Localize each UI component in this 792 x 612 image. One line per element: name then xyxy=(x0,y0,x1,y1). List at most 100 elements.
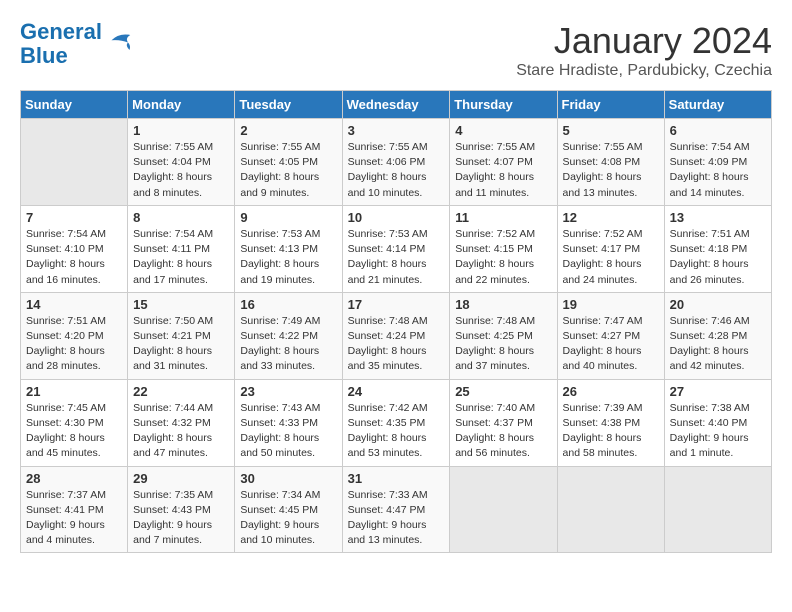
calendar-cell: 30Sunrise: 7:34 AM Sunset: 4:45 PM Dayli… xyxy=(235,466,342,553)
day-info: Sunrise: 7:39 AM Sunset: 4:38 PM Dayligh… xyxy=(563,401,659,462)
calendar-cell: 29 Sunrise: 7:35 AM Sunset: 4:43 PM Dayli… xyxy=(128,466,235,553)
day-info: Sunrise: 7:48 AM Sunset: 4:25 PM Dayligh… xyxy=(455,314,551,375)
calendar-cell: 7 Sunrise: 7:54 AM Sunset: 4:10 PM Daylig… xyxy=(21,205,128,292)
weekday-header-thursday: Thursday xyxy=(450,91,557,119)
day-number: 21 xyxy=(26,384,122,399)
day-number: 16 xyxy=(240,297,336,312)
page-header: General Blue January 2024 Stare Hradiste… xyxy=(20,20,772,80)
calendar-cell: 14Sunrise: 7:51 AM Sunset: 4:20 PM Dayli… xyxy=(21,292,128,379)
calendar-cell: 2 Sunrise: 7:55 AM Sunset: 4:05 PM Daylig… xyxy=(235,119,342,206)
day-info: Sunrise: 7:55 AM Sunset: 4:08 PM Dayligh… xyxy=(563,140,659,201)
day-info: Sunrise: 7:54 AM Sunset: 4:10 PM Dayligh… xyxy=(26,227,122,288)
day-number: 3 xyxy=(348,123,445,138)
day-info: Sunrise: 7:54 AM Sunset: 4:11 PM Dayligh… xyxy=(133,227,229,288)
day-number: 5 xyxy=(563,123,659,138)
calendar-cell: 21Sunrise: 7:45 AM Sunset: 4:30 PM Dayli… xyxy=(21,379,128,466)
day-number: 23 xyxy=(240,384,336,399)
day-number: 4 xyxy=(455,123,551,138)
calendar-cell xyxy=(21,119,128,206)
calendar-cell: 12 Sunrise: 7:52 AM Sunset: 4:17 PM Dayli… xyxy=(557,205,664,292)
calendar-week-row: 7 Sunrise: 7:54 AM Sunset: 4:10 PM Daylig… xyxy=(21,205,772,292)
day-info: Sunrise: 7:55 AM Sunset: 4:07 PM Dayligh… xyxy=(455,140,551,201)
day-info: Sunrise: 7:51 AM Sunset: 4:18 PM Dayligh… xyxy=(670,227,766,288)
logo-bird-icon xyxy=(104,29,134,59)
day-info: Sunrise: 7:54 AM Sunset: 4:09 PM Dayligh… xyxy=(670,140,766,201)
calendar-cell: 8 Sunrise: 7:54 AM Sunset: 4:11 PM Daylig… xyxy=(128,205,235,292)
day-info: Sunrise: 7:49 AM Sunset: 4:22 PM Dayligh… xyxy=(240,314,336,375)
logo-line2: Blue xyxy=(20,43,68,68)
calendar-cell xyxy=(450,466,557,553)
calendar-cell: 20 Sunrise: 7:46 AM Sunset: 4:28 PM Dayli… xyxy=(664,292,771,379)
day-info: Sunrise: 7:52 AM Sunset: 4:17 PM Dayligh… xyxy=(563,227,659,288)
calendar-table: SundayMondayTuesdayWednesdayThursdayFrid… xyxy=(20,90,772,553)
day-info: Sunrise: 7:34 AM Sunset: 4:45 PM Dayligh… xyxy=(240,488,336,549)
calendar-cell: 13 Sunrise: 7:51 AM Sunset: 4:18 PM Dayli… xyxy=(664,205,771,292)
calendar-cell: 18 Sunrise: 7:48 AM Sunset: 4:25 PM Dayli… xyxy=(450,292,557,379)
calendar-cell: 4 Sunrise: 7:55 AM Sunset: 4:07 PM Daylig… xyxy=(450,119,557,206)
day-info: Sunrise: 7:55 AM Sunset: 4:04 PM Dayligh… xyxy=(133,140,229,201)
calendar-cell: 9 Sunrise: 7:53 AM Sunset: 4:13 PM Daylig… xyxy=(235,205,342,292)
weekday-header-monday: Monday xyxy=(128,91,235,119)
day-info: Sunrise: 7:35 AM Sunset: 4:43 PM Dayligh… xyxy=(133,488,229,549)
day-info: Sunrise: 7:55 AM Sunset: 4:06 PM Dayligh… xyxy=(348,140,445,201)
calendar-cell: 11 Sunrise: 7:52 AM Sunset: 4:15 PM Dayli… xyxy=(450,205,557,292)
calendar-cell: 5 Sunrise: 7:55 AM Sunset: 4:08 PM Daylig… xyxy=(557,119,664,206)
day-number: 15 xyxy=(133,297,229,312)
weekday-header-friday: Friday xyxy=(557,91,664,119)
calendar-cell: 31 Sunrise: 7:33 AM Sunset: 4:47 PM Dayli… xyxy=(342,466,450,553)
day-info: Sunrise: 7:40 AM Sunset: 4:37 PM Dayligh… xyxy=(455,401,551,462)
day-number: 18 xyxy=(455,297,551,312)
day-info: Sunrise: 7:55 AM Sunset: 4:05 PM Dayligh… xyxy=(240,140,336,201)
day-number: 26 xyxy=(563,384,659,399)
location-subtitle: Stare Hradiste, Pardubicky, Czechia xyxy=(516,62,772,80)
calendar-cell xyxy=(664,466,771,553)
logo-line1: General xyxy=(20,19,102,44)
day-info: Sunrise: 7:46 AM Sunset: 4:28 PM Dayligh… xyxy=(670,314,766,375)
day-number: 29 xyxy=(133,471,229,486)
day-info: Sunrise: 7:33 AM Sunset: 4:47 PM Dayligh… xyxy=(348,488,445,549)
day-number: 12 xyxy=(563,210,659,225)
day-number: 9 xyxy=(240,210,336,225)
calendar-cell: 10 Sunrise: 7:53 AM Sunset: 4:14 PM Dayli… xyxy=(342,205,450,292)
day-number: 22 xyxy=(133,384,229,399)
calendar-cell: 27 Sunrise: 7:38 AM Sunset: 4:40 PM Dayli… xyxy=(664,379,771,466)
day-info: Sunrise: 7:37 AM Sunset: 4:41 PM Dayligh… xyxy=(26,488,122,549)
weekday-header-sunday: Sunday xyxy=(21,91,128,119)
day-number: 1 xyxy=(133,123,229,138)
day-number: 14 xyxy=(26,297,122,312)
calendar-cell: 24 Sunrise: 7:42 AM Sunset: 4:35 PM Dayli… xyxy=(342,379,450,466)
day-number: 6 xyxy=(670,123,766,138)
day-info: Sunrise: 7:53 AM Sunset: 4:14 PM Dayligh… xyxy=(348,227,445,288)
day-info: Sunrise: 7:42 AM Sunset: 4:35 PM Dayligh… xyxy=(348,401,445,462)
day-number: 24 xyxy=(348,384,445,399)
calendar-cell: 1 Sunrise: 7:55 AM Sunset: 4:04 PM Daylig… xyxy=(128,119,235,206)
day-number: 8 xyxy=(133,210,229,225)
weekday-header-tuesday: Tuesday xyxy=(235,91,342,119)
day-info: Sunrise: 7:38 AM Sunset: 4:40 PM Dayligh… xyxy=(670,401,766,462)
calendar-cell: 28Sunrise: 7:37 AM Sunset: 4:41 PM Dayli… xyxy=(21,466,128,553)
calendar-week-row: 1 Sunrise: 7:55 AM Sunset: 4:04 PM Daylig… xyxy=(21,119,772,206)
day-number: 19 xyxy=(563,297,659,312)
day-number: 7 xyxy=(26,210,122,225)
calendar-cell: 6 Sunrise: 7:54 AM Sunset: 4:09 PM Daylig… xyxy=(664,119,771,206)
day-number: 27 xyxy=(670,384,766,399)
day-info: Sunrise: 7:53 AM Sunset: 4:13 PM Dayligh… xyxy=(240,227,336,288)
weekday-header-wednesday: Wednesday xyxy=(342,91,450,119)
calendar-cell: 25Sunrise: 7:40 AM Sunset: 4:37 PM Dayli… xyxy=(450,379,557,466)
day-number: 31 xyxy=(348,471,445,486)
day-number: 20 xyxy=(670,297,766,312)
weekday-header-row: SundayMondayTuesdayWednesdayThursdayFrid… xyxy=(21,91,772,119)
calendar-cell xyxy=(557,466,664,553)
day-info: Sunrise: 7:52 AM Sunset: 4:15 PM Dayligh… xyxy=(455,227,551,288)
calendar-cell: 19Sunrise: 7:47 AM Sunset: 4:27 PM Dayli… xyxy=(557,292,664,379)
calendar-cell: 23 Sunrise: 7:43 AM Sunset: 4:33 PM Dayli… xyxy=(235,379,342,466)
day-info: Sunrise: 7:44 AM Sunset: 4:32 PM Dayligh… xyxy=(133,401,229,462)
day-info: Sunrise: 7:43 AM Sunset: 4:33 PM Dayligh… xyxy=(240,401,336,462)
logo-text: General Blue xyxy=(20,20,102,68)
day-info: Sunrise: 7:48 AM Sunset: 4:24 PM Dayligh… xyxy=(348,314,445,375)
day-number: 2 xyxy=(240,123,336,138)
day-number: 13 xyxy=(670,210,766,225)
day-number: 10 xyxy=(348,210,445,225)
title-block: January 2024 Stare Hradiste, Pardubicky,… xyxy=(516,20,772,80)
day-number: 11 xyxy=(455,210,551,225)
